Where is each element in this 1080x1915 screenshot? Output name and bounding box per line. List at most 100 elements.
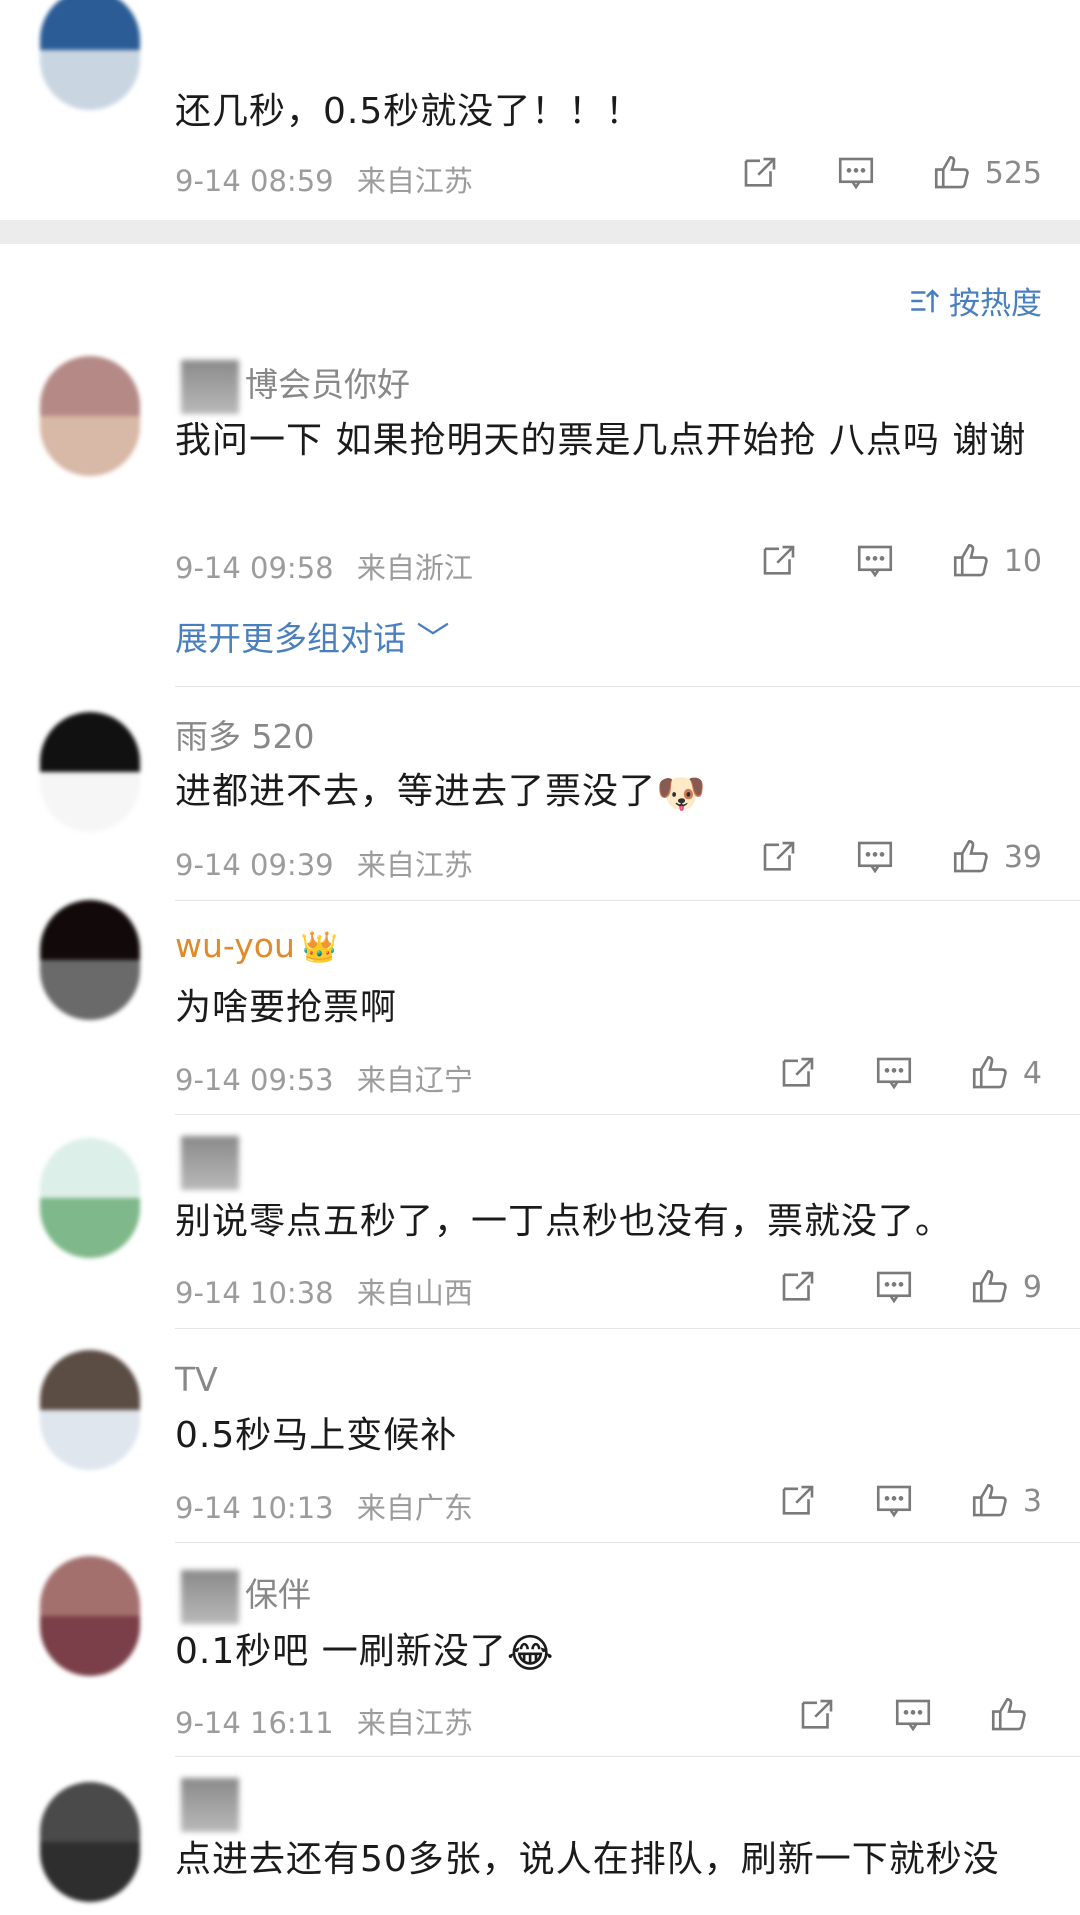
comment-date: 9-14 10:13 — [175, 1491, 334, 1525]
comment-location: 来自江苏 — [356, 848, 473, 882]
thumbs-up-icon — [934, 155, 969, 189]
comment-icon — [838, 157, 873, 190]
reply-button[interactable] — [873, 1266, 915, 1308]
comment-text: 进都进不去，等进去了票没了🐶 — [175, 764, 1060, 822]
comment-text: 0.1秒吧 一刷新没了😂 — [175, 1624, 1060, 1682]
avatar[interactable] — [40, 1138, 140, 1258]
username[interactable] — [175, 1778, 245, 1832]
username-text: 博会员你好 — [245, 365, 410, 404]
share-button[interactable] — [739, 152, 781, 194]
comment-date: 9-14 09:39 — [175, 848, 334, 882]
thumbs-up-icon — [972, 1269, 1007, 1303]
comment-date: 9-14 10:38 — [175, 1276, 334, 1310]
avatar[interactable] — [40, 0, 140, 110]
share-icon — [782, 1485, 814, 1515]
reply-button[interactable] — [835, 152, 877, 194]
username[interactable]: TV — [175, 1360, 218, 1399]
share-button[interactable] — [777, 1480, 819, 1522]
doge-emoji: 🐶 — [656, 771, 707, 817]
comment-icon — [857, 545, 892, 578]
comment-meta: 9-14 09:39 来自江苏 — [175, 842, 473, 884]
comment-text: 点进去还有50多张，说人在排队，刷新一下就秒没 — [175, 1839, 1000, 1880]
comment-meta: 9-14 09:58 来自浙江 — [175, 545, 473, 587]
comment-icon — [876, 1271, 911, 1304]
avatar[interactable] — [40, 1782, 140, 1902]
sort-toggle[interactable]: 按热度 — [907, 278, 1042, 323]
divider — [175, 1328, 1080, 1329]
comment-meta: 9-14 10:38 来自山西 — [175, 1270, 473, 1312]
share-button[interactable] — [758, 540, 800, 582]
like-count: 10 — [1003, 543, 1042, 579]
comment-date: 9-14 09:53 — [175, 1063, 334, 1097]
comment-text-value: 0.1秒吧 一刷新没了 — [175, 1631, 507, 1672]
comment-location: 来自江苏 — [356, 164, 473, 198]
reply-button[interactable] — [892, 1694, 934, 1736]
comment-meta: 9-14 10:13 来自广东 — [175, 1485, 473, 1527]
thumbs-up-icon — [991, 1697, 1026, 1731]
comment-text: 我问一下 如果抢明天的票是几点开始抢 八点吗 谢谢 — [175, 420, 1027, 461]
like-button[interactable]: 9 — [969, 1266, 1042, 1308]
comment-actions: 4 — [723, 1052, 1042, 1094]
comment-location: 来自山西 — [356, 1276, 473, 1310]
expand-more-label: 展开更多组对话 — [175, 619, 406, 658]
username-text: wu-you — [175, 926, 295, 965]
chevron-down-icon: ﹀ — [416, 619, 450, 658]
like-button[interactable]: 10 — [950, 540, 1042, 582]
thumbs-up-icon — [972, 1483, 1007, 1517]
comment-icon — [876, 1485, 911, 1518]
reply-button[interactable] — [854, 540, 896, 582]
comment-actions: 9 — [723, 1266, 1042, 1308]
share-icon — [782, 1057, 814, 1087]
username[interactable] — [175, 1136, 245, 1190]
avatar[interactable] — [40, 1350, 140, 1470]
comment-date: 9-14 09:58 — [175, 551, 334, 585]
avatar[interactable] — [40, 900, 140, 1020]
comment-date: 9-14 16:11 — [175, 1706, 334, 1740]
username[interactable]: 博会员你好 — [175, 358, 410, 414]
divider — [175, 1114, 1080, 1115]
avatar[interactable] — [40, 712, 140, 832]
share-icon — [782, 1271, 814, 1301]
reply-button[interactable] — [873, 1052, 915, 1094]
laugh-cry-emoji: 😂 — [506, 1631, 555, 1677]
username[interactable]: 保伴 — [175, 1568, 311, 1624]
divider — [175, 1542, 1080, 1543]
like-button[interactable]: 4 — [969, 1052, 1042, 1094]
like-count: 4 — [1022, 1055, 1042, 1091]
comment-actions: 10 — [704, 540, 1042, 582]
share-button[interactable] — [758, 836, 800, 878]
share-button[interactable] — [777, 1266, 819, 1308]
reply-button[interactable] — [873, 1480, 915, 1522]
thumbs-up-icon — [953, 839, 988, 873]
expand-more-link[interactable]: 展开更多组对话 ﹀ — [175, 612, 450, 660]
like-button[interactable]: 3 — [969, 1480, 1042, 1522]
section-divider — [0, 220, 1080, 244]
crown-icon: 👑 — [300, 930, 339, 965]
like-button[interactable]: 39 — [950, 836, 1042, 878]
username-text: 保伴 — [245, 1575, 311, 1614]
share-button[interactable] — [777, 1052, 819, 1094]
comment-text-value: 进都进不去，等进去了票没了 — [175, 771, 657, 812]
thumbs-up-icon — [953, 543, 988, 577]
divider — [175, 686, 1080, 687]
username[interactable]: 雨多 520 — [175, 710, 314, 758]
like-count: 3 — [1022, 1483, 1042, 1519]
like-button[interactable]: 525 — [931, 152, 1042, 194]
comment-actions: 3 — [723, 1480, 1042, 1522]
share-icon — [744, 157, 776, 187]
like-button[interactable] — [988, 1694, 1042, 1736]
reply-button[interactable] — [854, 836, 896, 878]
sort-icon — [911, 288, 940, 312]
like-count: 39 — [1003, 839, 1042, 875]
sort-label: 按热度 — [949, 286, 1042, 322]
comment-location: 来自浙江 — [356, 551, 473, 585]
share-button[interactable] — [796, 1694, 838, 1736]
username[interactable]: wu-you 👑 — [175, 926, 338, 965]
comment-icon — [857, 841, 892, 874]
comment-location: 来自广东 — [356, 1491, 473, 1525]
comment-actions: 525 — [685, 152, 1042, 194]
like-count: 525 — [984, 155, 1042, 191]
comment-meta: 9-14 08:59 来自江苏 — [175, 158, 473, 200]
avatar[interactable] — [40, 1556, 140, 1676]
avatar[interactable] — [40, 356, 140, 476]
